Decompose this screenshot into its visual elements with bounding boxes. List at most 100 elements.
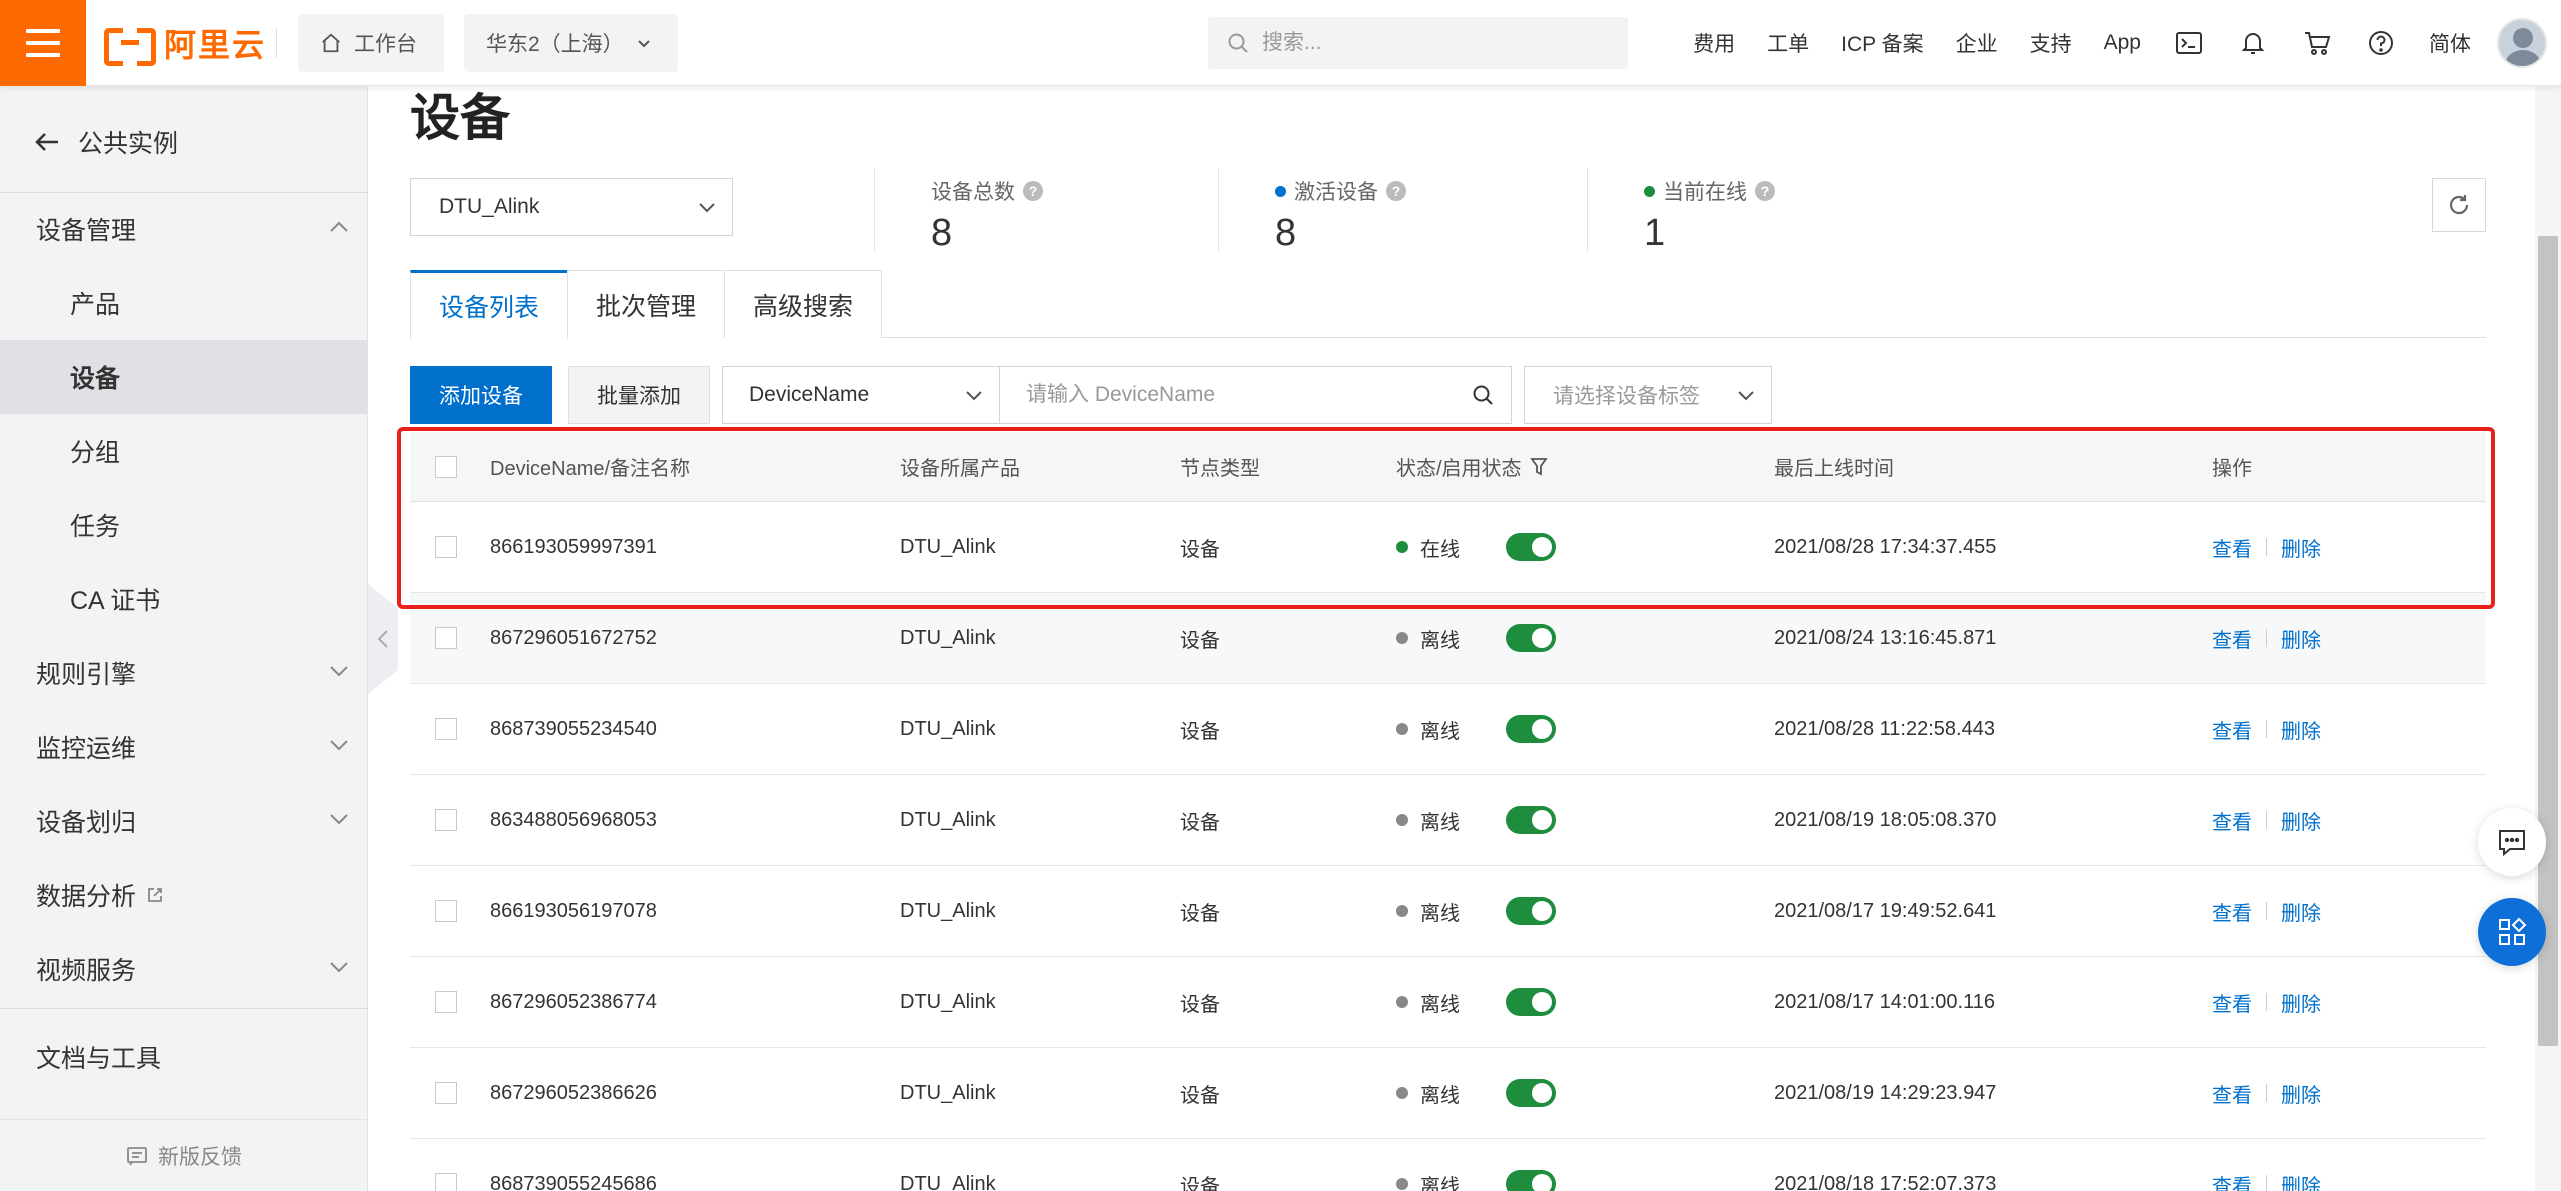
delete-link[interactable]: 删除 <box>2281 1170 2321 1191</box>
delete-link[interactable]: 删除 <box>2281 1079 2321 1108</box>
enable-toggle[interactable] <box>1506 624 1556 652</box>
row-checkbox[interactable] <box>435 1173 457 1191</box>
sidebar-item-device-management[interactable]: 设备管理 <box>0 192 368 266</box>
help-icon[interactable]: ? <box>1755 181 1775 201</box>
region-select[interactable]: 华东2（上海） <box>464 14 678 72</box>
search-icon[interactable] <box>1471 383 1495 407</box>
view-link[interactable]: 查看 <box>2212 806 2252 835</box>
nav-icp[interactable]: ICP 备案 <box>1825 28 1939 58</box>
nav-enterprise[interactable]: 企业 <box>1940 28 2014 58</box>
language-switch[interactable]: 简体 <box>2413 28 2487 58</box>
sidebar-item-monitoring[interactable]: 监控运维 <box>0 710 368 784</box>
sidebar-item-data-analysis[interactable]: 数据分析 <box>0 858 368 932</box>
view-link[interactable]: 查看 <box>2212 624 2252 653</box>
view-link[interactable]: 查看 <box>2212 897 2252 926</box>
select-all-checkbox[interactable] <box>435 455 457 478</box>
row-checkbox[interactable] <box>435 900 457 922</box>
help-icon[interactable]: ? <box>1386 181 1406 201</box>
status-dot-icon <box>1396 541 1408 553</box>
device-search-input[interactable] <box>1026 383 1446 407</box>
sidebar-item-products[interactable]: 产品 <box>0 266 368 340</box>
global-search[interactable] <box>1208 17 1628 69</box>
bell-icon[interactable] <box>2221 0 2285 86</box>
row-checkbox[interactable] <box>435 809 457 831</box>
delete-link[interactable]: 删除 <box>2281 715 2321 744</box>
back-to-instances[interactable]: 公共实例 <box>34 122 178 162</box>
row-checkbox[interactable] <box>435 718 457 740</box>
delete-link[interactable]: 删除 <box>2281 624 2321 653</box>
search-field-select[interactable]: DeviceName <box>722 366 1000 424</box>
aliyun-logo-icon <box>104 26 156 66</box>
enable-toggle[interactable] <box>1506 533 1556 561</box>
cart-icon[interactable] <box>2285 0 2349 86</box>
add-device-button[interactable]: 添加设备 <box>410 366 552 424</box>
view-link[interactable]: 查看 <box>2212 533 2252 562</box>
view-link[interactable]: 查看 <box>2212 715 2252 744</box>
avatar[interactable] <box>2497 18 2547 68</box>
sidebar-item-label: 视频服务 <box>36 957 137 985</box>
help-icon[interactable]: ? <box>1023 181 1043 201</box>
chat-button[interactable] <box>2478 808 2546 876</box>
sidebar-item-device-assignment[interactable]: 设备划归 <box>0 784 368 858</box>
status-dot-icon <box>1396 905 1408 917</box>
nav-billing[interactable]: 费用 <box>1677 28 1751 58</box>
global-search-input[interactable] <box>1262 31 1602 55</box>
delete-link[interactable]: 删除 <box>2281 897 2321 926</box>
sidebar-item-tasks[interactable]: 任务 <box>0 488 368 562</box>
tab-advanced-search[interactable]: 高级搜索 <box>724 270 883 338</box>
view-link[interactable]: 查看 <box>2212 988 2252 1017</box>
stat-value: 8 <box>1275 212 1297 254</box>
device-name: 867296052386626 <box>490 1081 657 1104</box>
sidebar-item-video-service[interactable]: 视频服务 <box>0 932 368 1006</box>
delete-link[interactable]: 删除 <box>2281 533 2321 562</box>
workbench-button[interactable]: 工作台 <box>298 14 444 72</box>
row-checkbox[interactable] <box>435 991 457 1013</box>
feedback-icon <box>127 1146 147 1165</box>
stat-label: 设备总数 <box>931 181 1015 204</box>
scrollbar[interactable] <box>2535 86 2561 1191</box>
refresh-button[interactable] <box>2432 178 2486 232</box>
stat-online-devices: 当前在线 ? 1 <box>1587 168 1775 254</box>
enable-toggle[interactable] <box>1506 1079 1556 1107</box>
delete-link[interactable]: 删除 <box>2281 988 2321 1017</box>
tab-device-list[interactable]: 设备列表 <box>410 270 569 339</box>
device-last-online: 2021/08/19 14:29:23.947 <box>1774 1081 1997 1104</box>
nav-tickets[interactable]: 工单 <box>1751 28 1825 58</box>
sidebar-item-docs-tools[interactable]: 文档与工具 <box>0 1020 368 1094</box>
enable-toggle[interactable] <box>1506 1170 1556 1191</box>
sidebar-item-groups[interactable]: 分组 <box>0 414 368 488</box>
enable-toggle[interactable] <box>1506 988 1556 1016</box>
feedback-button[interactable]: 新版反馈 <box>0 1119 368 1191</box>
sidebar-item-ca-certificate[interactable]: CA 证书 <box>0 562 368 636</box>
stat-activated-devices: 激活设备 ? 8 <box>1218 168 1406 254</box>
enable-toggle[interactable] <box>1506 715 1556 743</box>
delete-link[interactable]: 删除 <box>2281 806 2321 835</box>
sidebar-item-devices[interactable]: 设备 <box>0 340 368 414</box>
divider <box>2266 902 2267 920</box>
nav-support[interactable]: 支持 <box>2014 28 2088 58</box>
device-actions: 查看 删除 <box>2212 1139 2321 1191</box>
sidebar-item-label: CA 证书 <box>70 587 161 615</box>
batch-add-button[interactable]: 批量添加 <box>568 366 710 424</box>
view-link[interactable]: 查看 <box>2212 1170 2252 1191</box>
enable-toggle[interactable] <box>1506 806 1556 834</box>
tab-bar: 设备列表 批次管理 高级搜索 <box>410 270 2486 339</box>
status-dot-icon <box>1396 632 1408 644</box>
tab-batch-management[interactable]: 批次管理 <box>567 270 726 338</box>
apps-button[interactable] <box>2478 898 2546 966</box>
device-tag-select[interactable]: 请选择设备标签 <box>1524 366 1772 424</box>
help-icon[interactable] <box>2349 0 2413 86</box>
enable-toggle[interactable] <box>1506 897 1556 925</box>
row-checkbox[interactable] <box>435 536 457 558</box>
sidebar-item-rule-engine[interactable]: 规则引擎 <box>0 636 368 710</box>
product-select[interactable]: DTU_Alink <box>410 178 733 236</box>
view-link[interactable]: 查看 <box>2212 1079 2252 1108</box>
row-checkbox[interactable] <box>435 627 457 649</box>
nav-app[interactable]: App <box>2088 31 2157 55</box>
filter-icon[interactable] <box>1529 457 1548 477</box>
terminal-icon[interactable] <box>2157 0 2221 86</box>
row-checkbox[interactable] <box>435 1082 457 1104</box>
logo[interactable]: 阿里云 <box>104 22 266 66</box>
stat-value: 8 <box>931 212 953 254</box>
menu-icon[interactable] <box>0 0 86 86</box>
